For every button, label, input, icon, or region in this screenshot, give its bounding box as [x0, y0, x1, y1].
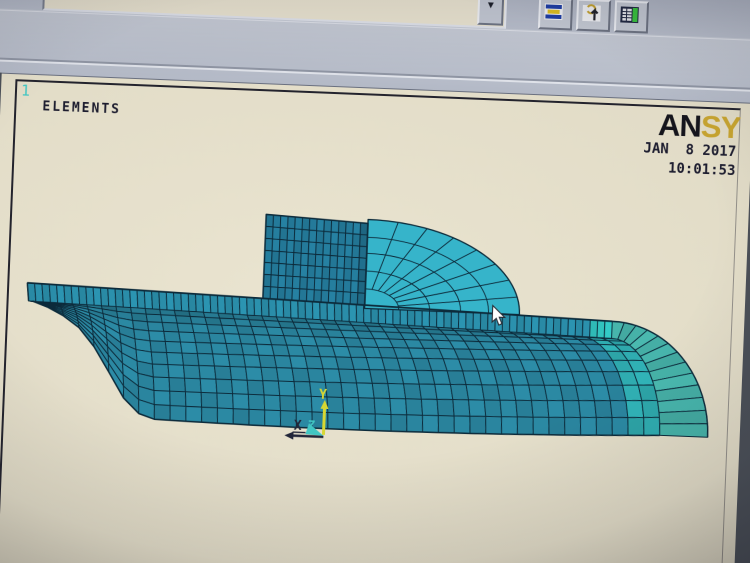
x-label-underline — [292, 431, 306, 434]
chevron-down-icon[interactable]: ▼ — [477, 0, 505, 26]
mesh-canvas[interactable]: Y X Z — [0, 74, 750, 563]
curved-up-arrow-icon — [582, 4, 601, 22]
monitor-photo: ▼ 1 ELEMENTS ANSYS JAN 8 2017 10:01:53 Y… — [0, 0, 750, 563]
panel-grid-icon — [620, 6, 639, 24]
mesh-elements — [26, 213, 709, 438]
y-axis-arrow — [321, 406, 327, 435]
ansys-screen: ▼ 1 ELEMENTS ANSYS JAN 8 2017 10:01:53 Y… — [0, 0, 750, 563]
y-axis-label: Y — [319, 388, 328, 403]
z-axis-label: Z — [308, 418, 316, 432]
panel-grid-button[interactable] — [613, 0, 650, 34]
stacked-bars-icon — [544, 3, 563, 21]
curved-up-arrow-button[interactable] — [575, 0, 612, 33]
graphics-window[interactable]: 1 ELEMENTS ANSYS JAN 8 201710:01:53 Y X — [0, 72, 750, 563]
stacked-bars-button[interactable] — [537, 0, 574, 31]
x-axis-arrowhead — [284, 431, 294, 440]
